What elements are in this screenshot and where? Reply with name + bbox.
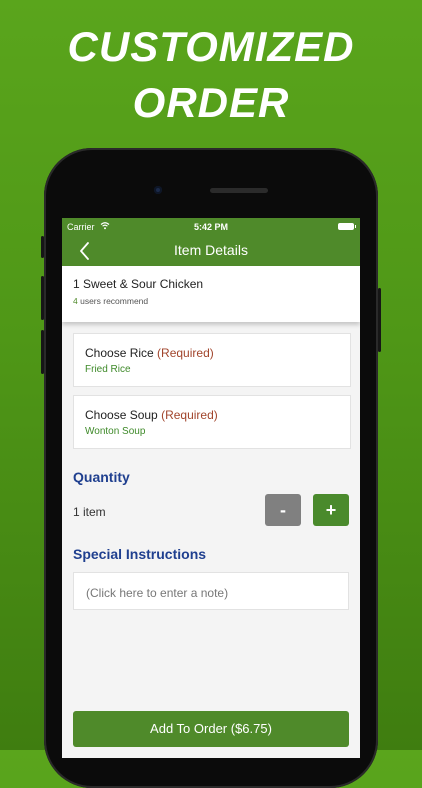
option-rice[interactable]: Choose Rice (Required) Fried Rice: [73, 333, 351, 387]
required-badge: (Required): [157, 346, 214, 360]
front-camera: [154, 186, 162, 194]
recommend-label: users recommend: [77, 296, 149, 306]
page-title: Item Details: [174, 242, 248, 258]
option-soup[interactable]: Choose Soup (Required) Wonton Soup: [73, 395, 351, 449]
option-soup-title: Choose Soup (Required): [85, 408, 218, 422]
option-soup-value: Wonton Soup: [85, 426, 146, 437]
promo-headline-line2: ORDER: [132, 79, 290, 126]
special-instructions-heading: Special Instructions: [73, 546, 207, 562]
special-instructions-field[interactable]: (Click here to enter a note): [73, 572, 349, 610]
volume-down-button: [41, 330, 44, 374]
option-soup-label: Choose Soup: [85, 408, 158, 422]
increase-quantity-button[interactable]: +: [313, 494, 349, 526]
required-badge: (Required): [161, 408, 218, 422]
option-rice-label: Choose Rice: [85, 346, 154, 360]
power-button: [378, 288, 381, 352]
mute-switch: [41, 236, 44, 258]
earpiece-speaker: [210, 188, 268, 193]
volume-up-button: [41, 276, 44, 320]
quantity-value: 1 item: [73, 505, 106, 519]
add-to-order-button[interactable]: Add To Order ($6.75): [73, 711, 349, 747]
option-rice-title: Choose Rice (Required): [85, 346, 214, 360]
item-summary: 1 Sweet & Sour Chicken 4 users recommend: [62, 266, 360, 322]
app-screen: Carrier 5:42 PM Item Details 1 Sweet & S…: [62, 218, 360, 758]
status-time: 5:42 PM: [193, 222, 228, 232]
battery-icon: [338, 223, 356, 230]
quantity-heading: Quantity: [73, 469, 130, 485]
item-name: 1 Sweet & Sour Chicken: [73, 277, 204, 291]
promo-headline-line1: CUSTOMIZED: [67, 23, 355, 70]
navigation-bar: Item Details: [62, 236, 360, 266]
recommend-count: 4 users recommend: [73, 296, 148, 306]
decrease-quantity-button[interactable]: -: [265, 494, 301, 526]
option-rice-value: Fried Rice: [85, 364, 131, 375]
status-bar: Carrier 5:42 PM: [62, 218, 360, 236]
